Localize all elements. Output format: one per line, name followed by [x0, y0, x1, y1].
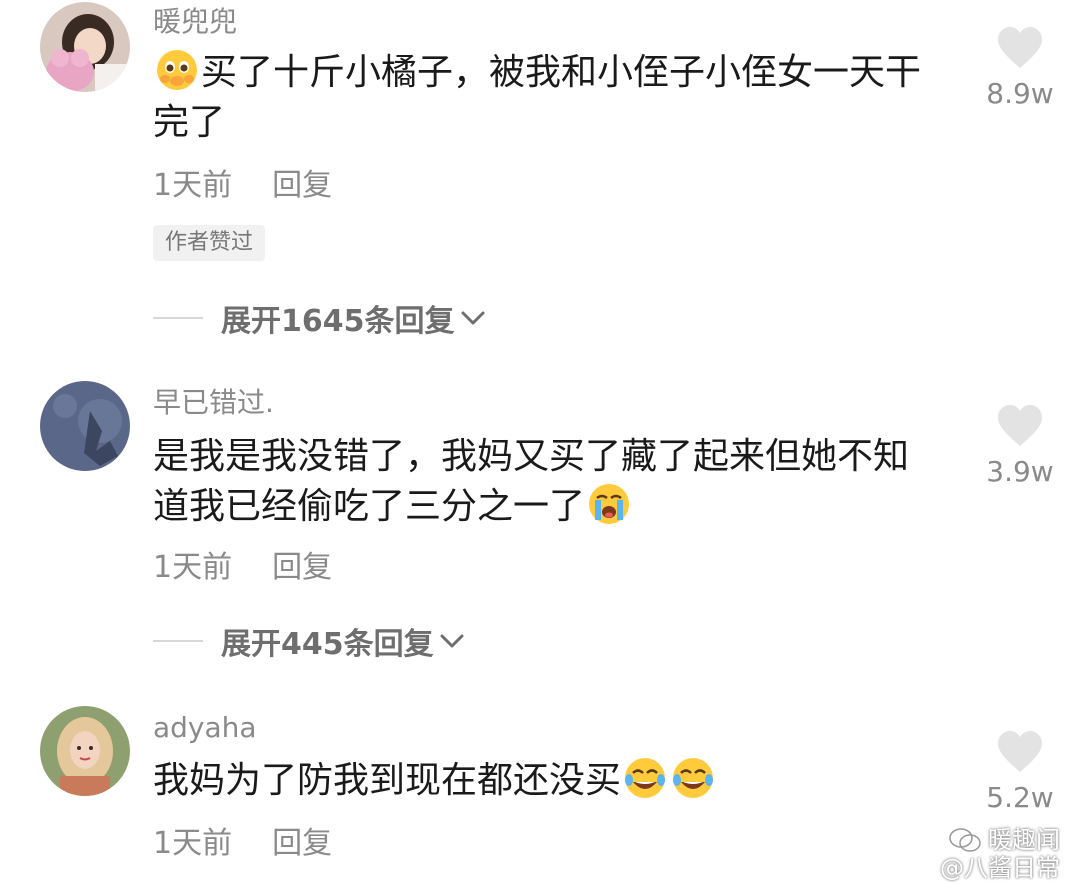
like-button[interactable]: 8.9w	[980, 26, 1060, 110]
comment-time: 1天前	[153, 550, 233, 585]
username[interactable]: adyaha	[153, 710, 257, 746]
username[interactable]: 暖兜兜	[153, 4, 237, 40]
expand-replies-label: 展开445条回复	[221, 627, 434, 662]
reply-button[interactable]: 回复	[272, 550, 332, 585]
comment-text-body: 是我是我没错了，我妈又买了藏了起来但她不知道我已经偷吃了三分之一了	[153, 436, 910, 527]
divider-line	[153, 640, 203, 642]
crying-face-emoji	[587, 482, 631, 526]
watermark-handle: @八酱日常	[940, 854, 1060, 882]
author-liked-badge: 作者赞过	[153, 225, 266, 261]
comment-text: 买了十斤小橘子，被我和小侄子小侄女一天干完了	[153, 48, 943, 148]
reply-button[interactable]: 回复	[272, 168, 332, 203]
comment-meta: 1天前 回复	[153, 826, 332, 862]
comment-text-body: 买了十斤小橘子，被我和小侄子小侄女一天干完了	[153, 52, 922, 143]
tears-of-joy-emoji	[623, 756, 667, 800]
like-button[interactable]: 5.2w	[980, 730, 1060, 814]
tears-of-joy-emoji	[671, 756, 715, 800]
comment-meta: 1天前 回复	[153, 550, 332, 586]
heart-icon	[998, 731, 1042, 772]
comment-time: 1天前	[153, 168, 233, 203]
like-count: 5.2w	[986, 781, 1054, 814]
like-count: 8.9w	[986, 77, 1054, 110]
heart-icon	[998, 27, 1042, 68]
watermark: 暖趣闻 @八酱日常	[940, 826, 1060, 882]
comment-text: 是我是我没错了，我妈又买了藏了起来但她不知道我已经偷吃了三分之一了	[153, 432, 943, 532]
avatar[interactable]	[40, 2, 130, 92]
comment-time: 1天前	[153, 826, 233, 861]
watermark-line1: 暖趣闻	[940, 826, 1060, 854]
pleading-face-emoji	[155, 48, 199, 92]
reply-button[interactable]: 回复	[272, 826, 332, 861]
comment-text: 我妈为了防我到现在都还没买	[153, 756, 943, 806]
like-button[interactable]: 3.9w	[980, 404, 1060, 488]
comment-text-body: 我妈为了防我到现在都还没买	[153, 760, 622, 801]
avatar[interactable]	[40, 381, 130, 471]
divider-line	[153, 317, 203, 319]
chevron-down-icon	[461, 311, 484, 325]
comment-meta: 1天前 回复	[153, 168, 332, 204]
heart-icon	[998, 405, 1042, 446]
avatar[interactable]	[40, 706, 130, 796]
like-count: 3.9w	[986, 455, 1054, 488]
watermark-text: 暖趣闻	[988, 826, 1060, 854]
expand-replies-button[interactable]: 展开1645条回复	[153, 298, 487, 339]
chevron-down-icon	[440, 634, 464, 648]
username[interactable]: 早已错过.	[153, 385, 274, 421]
expand-replies-button[interactable]: 展开445条回复	[153, 621, 466, 662]
expand-replies-label: 展开1645条回复	[221, 304, 455, 339]
wechat-icon	[949, 828, 981, 852]
